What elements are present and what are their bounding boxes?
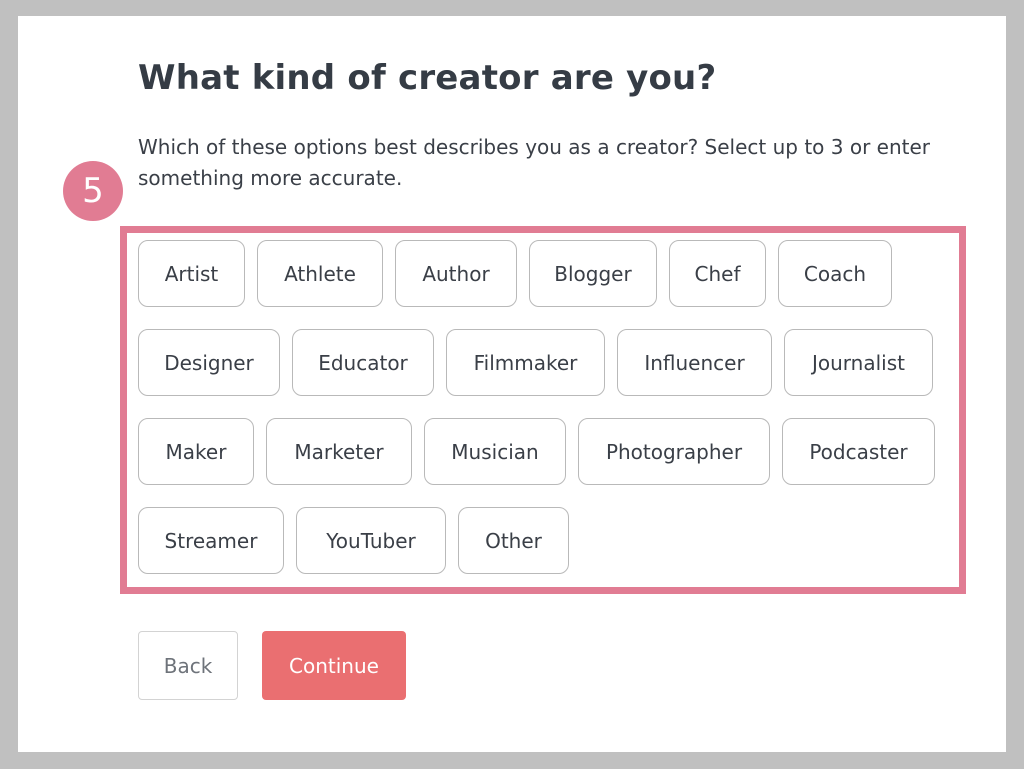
option-author[interactable]: Author xyxy=(395,240,517,307)
page-title: What kind of creator are you? xyxy=(138,58,717,98)
option-podcaster[interactable]: Podcaster xyxy=(782,418,935,485)
onboarding-card: What kind of creator are you? Which of t… xyxy=(18,16,1006,752)
option-marketer[interactable]: Marketer xyxy=(266,418,412,485)
option-maker[interactable]: Maker xyxy=(138,418,254,485)
step-badge: 5 xyxy=(63,161,123,221)
page-subtitle: Which of these options best describes yo… xyxy=(138,135,931,190)
back-button[interactable]: Back xyxy=(138,631,238,700)
option-journalist[interactable]: Journalist xyxy=(784,329,933,396)
option-youtuber[interactable]: YouTuber xyxy=(296,507,446,574)
option-designer[interactable]: Designer xyxy=(138,329,280,396)
option-influencer[interactable]: Influencer xyxy=(617,329,772,396)
option-other[interactable]: Other xyxy=(458,507,569,574)
option-musician[interactable]: Musician xyxy=(424,418,566,485)
option-educator[interactable]: Educator xyxy=(292,329,434,396)
option-chef[interactable]: Chef xyxy=(669,240,766,307)
option-artist[interactable]: Artist xyxy=(138,240,245,307)
continue-button[interactable]: Continue xyxy=(262,631,406,700)
option-blogger[interactable]: Blogger xyxy=(529,240,657,307)
option-photographer[interactable]: Photographer xyxy=(578,418,770,485)
option-filmmaker[interactable]: Filmmaker xyxy=(446,329,605,396)
option-coach[interactable]: Coach xyxy=(778,240,892,307)
option-athlete[interactable]: Athlete xyxy=(257,240,383,307)
option-streamer[interactable]: Streamer xyxy=(138,507,284,574)
